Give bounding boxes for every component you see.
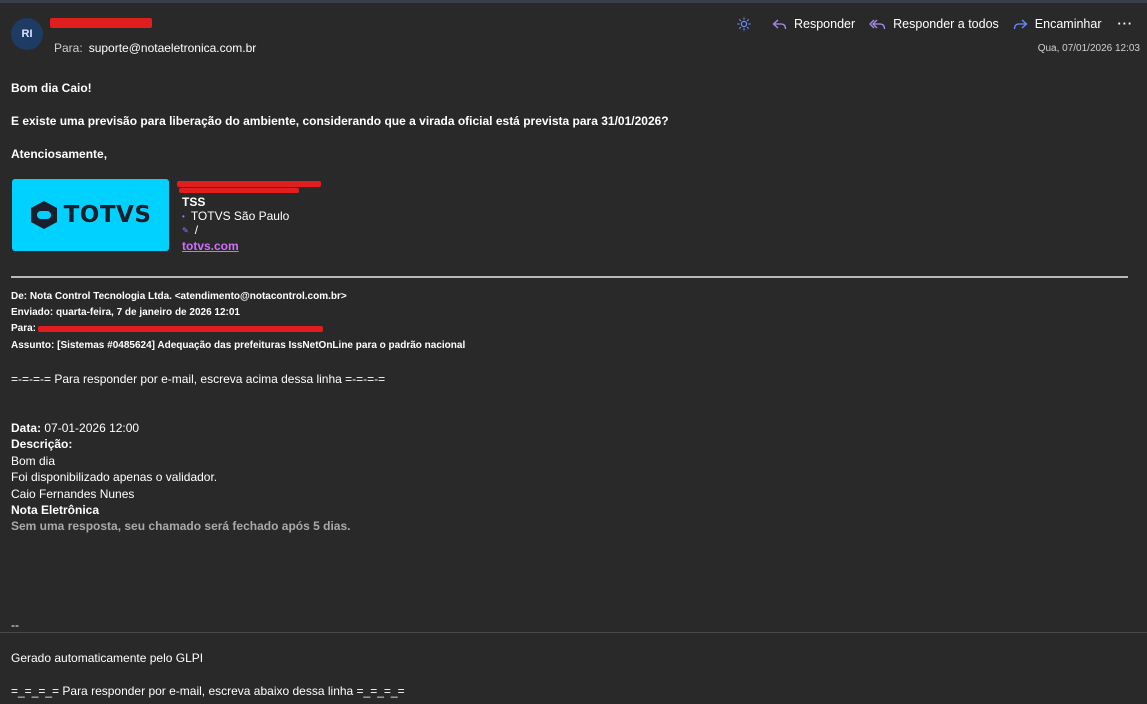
from-label: De: — [11, 291, 28, 302]
signature-location: TOTVS São Paulo — [190, 209, 290, 223]
signature-company: TSS — [182, 195, 206, 209]
data-label: Data: — [11, 421, 42, 435]
location-dot-icon: • — [182, 212, 185, 222]
window-top-border — [0, 0, 1147, 3]
signature-extra: / — [194, 223, 199, 237]
signature-website-link[interactable]: totvs.com — [182, 239, 239, 253]
forward-from: De: Nota Control Tecnologia Ltda. <atend… — [11, 291, 347, 302]
greeting: Bom dia Caio! — [11, 81, 92, 95]
totvs-logo: TOTVS — [12, 179, 169, 251]
closing-text: Atenciosamente, — [11, 147, 108, 161]
signature-location-line: • TOTVS São Paulo — [182, 209, 289, 223]
forward-label: Encaminhar — [1034, 17, 1102, 31]
data-value: 07-01-2026 12:00 — [44, 421, 140, 435]
forward-to-redacted — [38, 326, 323, 332]
reply-divider — [11, 276, 1128, 278]
summary-button[interactable] — [737, 17, 758, 31]
auto-close-warning: Sem uma resposta, seu chamado será fecha… — [11, 519, 351, 533]
reply-label: Responder — [794, 17, 856, 31]
recipient-line: Para: suporte@notaeletronica.com.br — [54, 41, 256, 55]
sender-name-redacted — [50, 18, 152, 28]
reply-all-icon — [869, 19, 886, 29]
data-line: Data: 07-01-2026 12:00 — [11, 421, 139, 435]
forward-subject: Assunto: [Sistemas #0485624] Adequação d… — [11, 340, 465, 351]
to-label: Para: — [11, 323, 37, 334]
forward-sent: Enviado: quarta-feira, 7 de janeiro de 2… — [11, 307, 240, 318]
forward-icon — [1013, 19, 1028, 29]
reply-all-button[interactable]: Responder a todos — [869, 17, 999, 31]
recipient-address[interactable]: suporte@notaeletronica.com.br — [89, 41, 257, 55]
footer-divider — [0, 632, 1147, 633]
message-actions: Responder Responder a todos Encaminhar ·… — [723, 15, 1133, 33]
message-date: Qua, 07/01/2026 12:03 — [1037, 43, 1140, 54]
reply-above-line: =-=-=-= Para responder por e-mail, escre… — [11, 372, 386, 386]
signature-title-redacted — [179, 188, 299, 193]
descricao-label: Descrição: — [11, 437, 73, 451]
reply-all-label: Responder a todos — [893, 17, 999, 31]
sent-label: Enviado: — [11, 307, 54, 318]
reply-below-line: =_=_=_= Para responder por e-mail, escre… — [11, 684, 405, 698]
recipient-label: Para: — [54, 41, 83, 55]
logo-text: TOTVS — [63, 202, 152, 228]
reply-icon — [772, 19, 787, 29]
forward-button[interactable]: Encaminhar — [1013, 17, 1102, 31]
generated-notice: Gerado automaticamente pelo GLPI — [11, 651, 204, 665]
subject-label: Assunto: — [11, 340, 55, 351]
reply-button[interactable]: Responder — [772, 17, 855, 31]
signature-name-redacted — [177, 181, 321, 187]
description-line-2: Foi disponibilizado apenas o validador. — [11, 470, 218, 484]
totvs-hexagon-icon — [30, 201, 57, 229]
from-value: Nota Control Tecnologia Ltda. <atendimen… — [29, 291, 347, 302]
sender-avatar[interactable]: RI — [11, 18, 43, 50]
more-options-icon[interactable]: ··· — [1118, 17, 1134, 31]
subject-value: [Sistemas #0485624] Adequação das prefei… — [57, 340, 466, 351]
signature-extra-line: ✎ / — [182, 223, 198, 237]
description-line-1: Bom dia — [11, 454, 56, 468]
signature-separator: -- — [11, 618, 19, 632]
description-line-3: Caio Fernandes Nunes — [11, 487, 135, 501]
question-text: E existe uma previsão para liberação do … — [11, 114, 669, 128]
sent-value: quarta-feira, 7 de janeiro de 2026 12:01 — [56, 307, 240, 318]
company-name: Nota Eletrônica — [11, 503, 100, 517]
phone-icon: ✎ — [182, 226, 189, 236]
sun-icon — [737, 17, 751, 31]
forward-to: Para: — [11, 323, 36, 334]
